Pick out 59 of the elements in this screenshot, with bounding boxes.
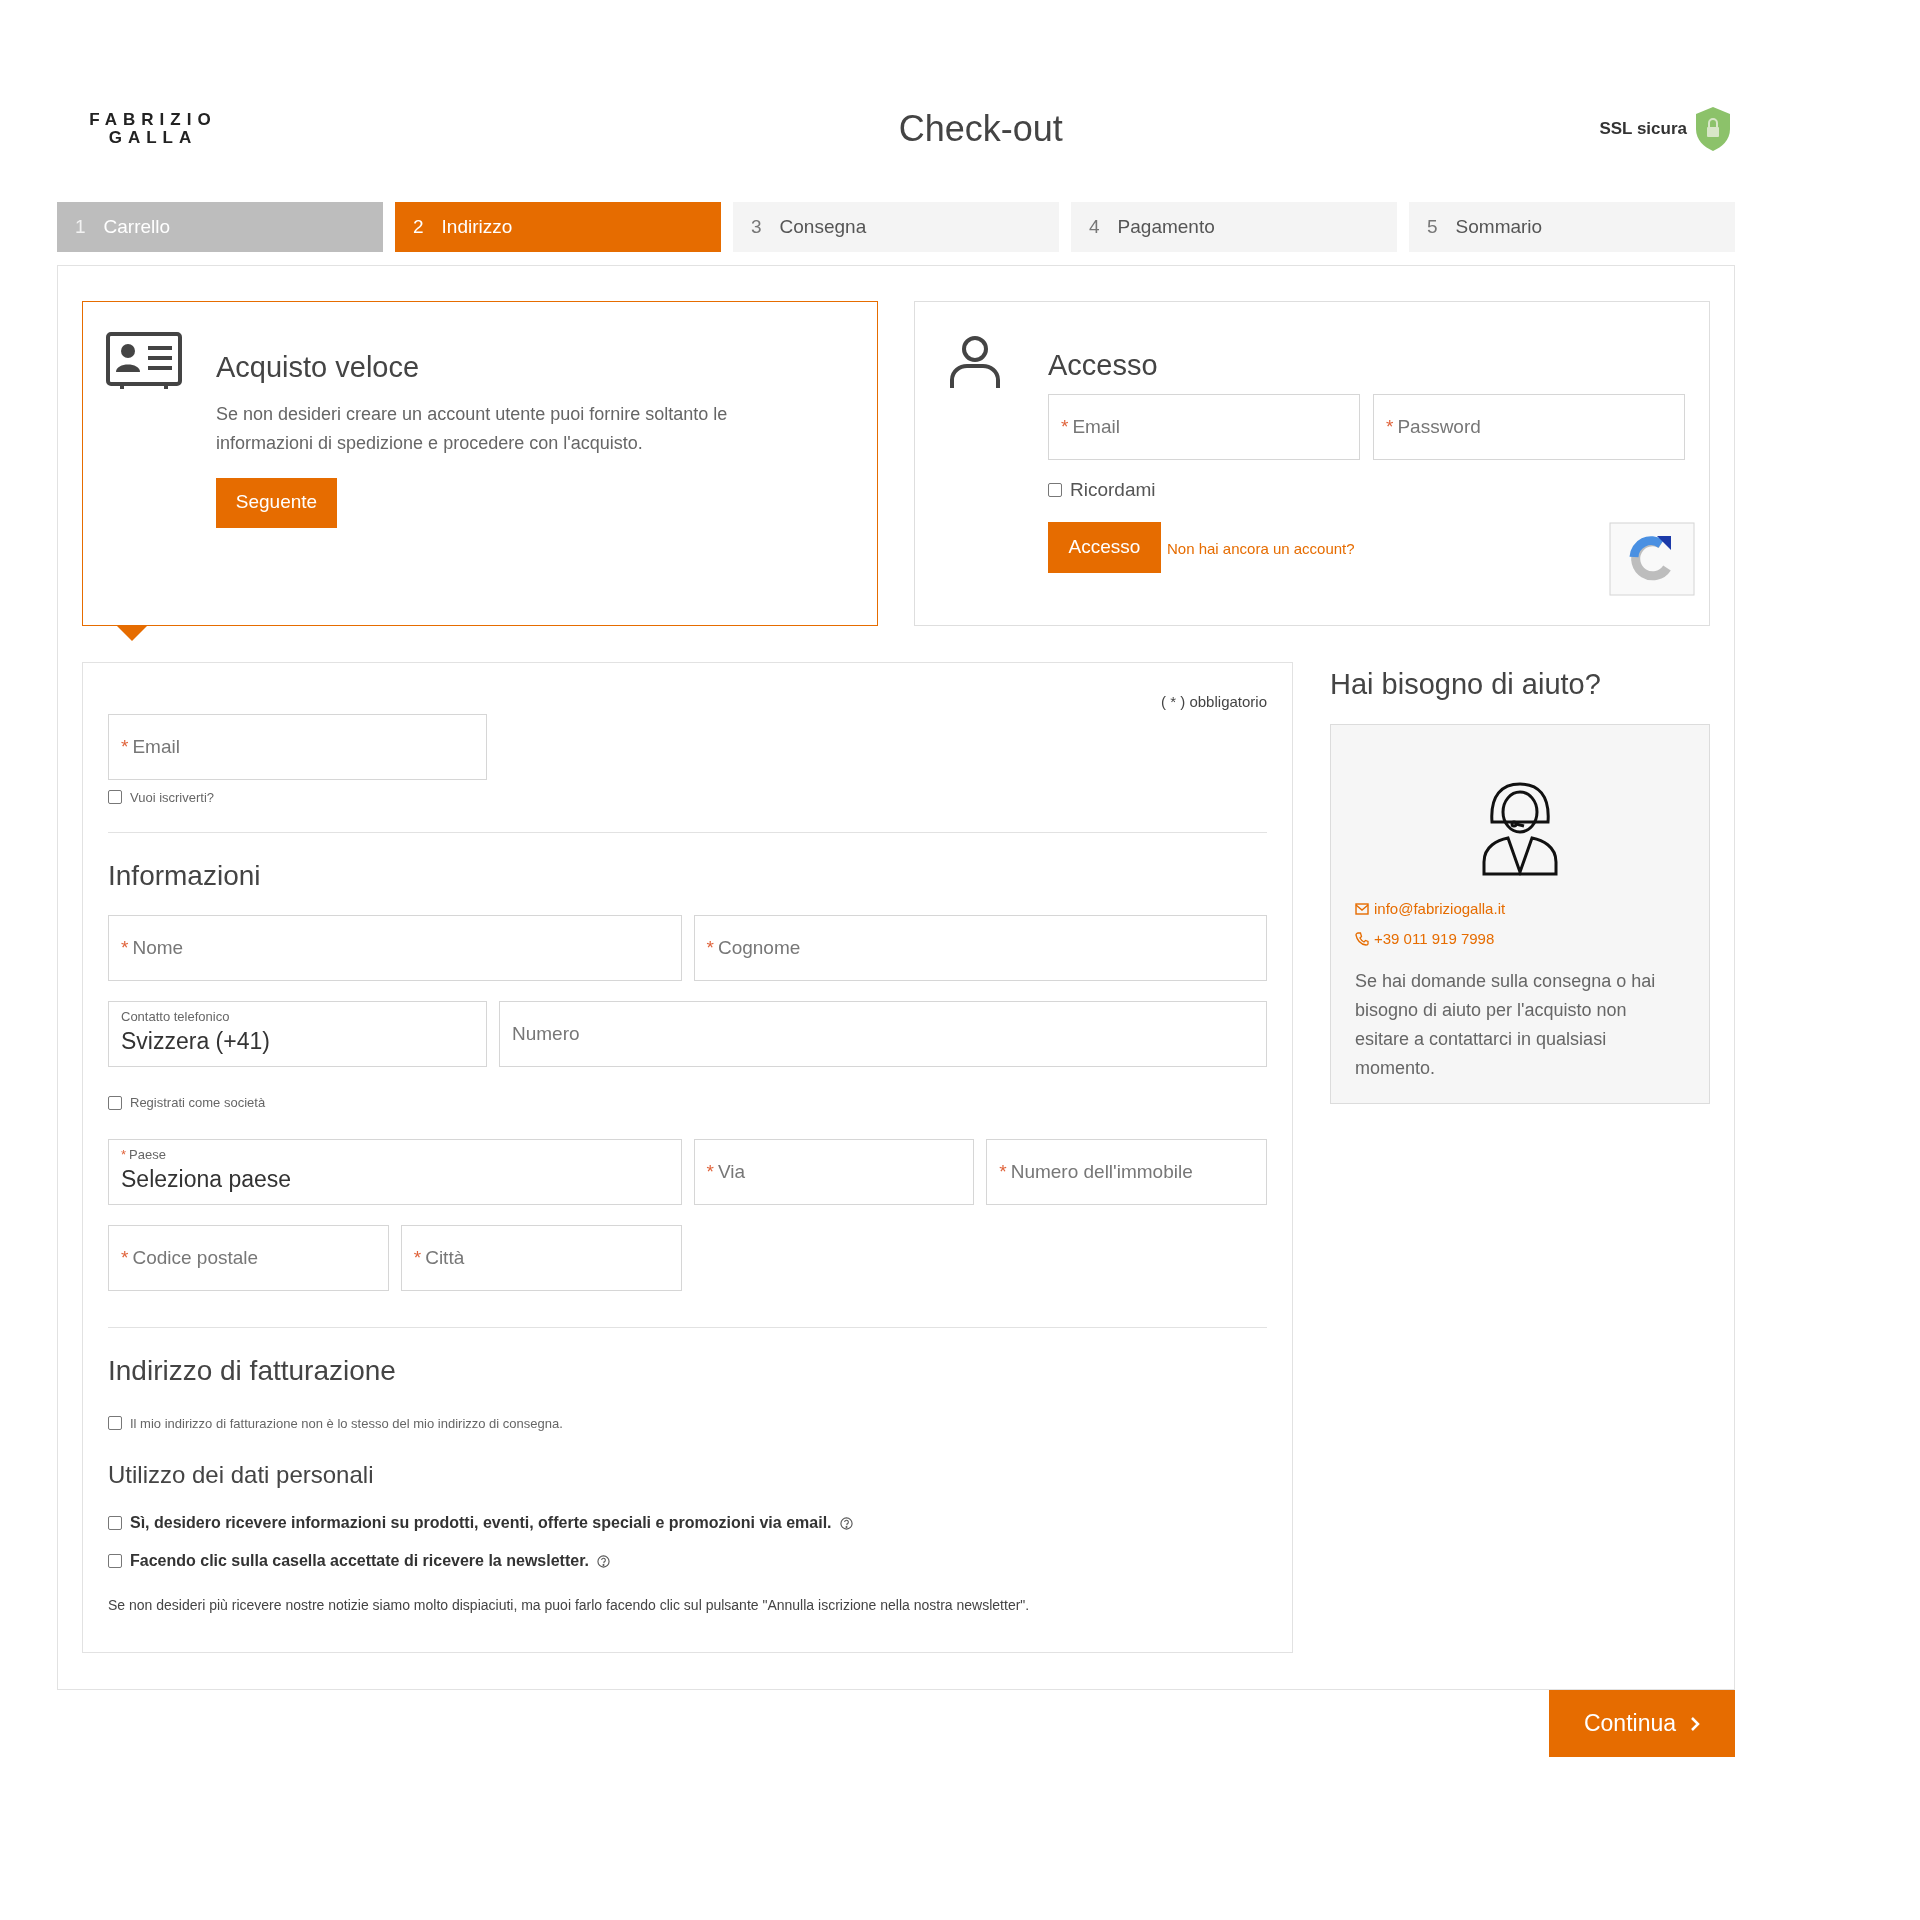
card-description: Se non desideri creare un account utente puoi fornire soltanto le informazioni di spedizione e procedere con l'acquisto.: [216, 402, 729, 455]
newsletter-note: Se non desideri più ricevere nostre notizie siamo molto dispiaciuti, ma puoi farlo facendo clic sul pulsante "Annulla iscrizione nella nostra newsletter".: [108, 1596, 1031, 1615]
login-card[interactable]: Accesso * Email * Password Ricordami Accesso Non hai ancora un account?: [914, 301, 1710, 626]
help-icon: [596, 1554, 610, 1568]
checkbox-label: Il mio indirizzo di fatturazione non è lo stesso del mio indirizzo di consegna.: [130, 1414, 563, 1433]
email-field[interactable]: * Email: [108, 713, 487, 780]
chevron-right-icon: [1690, 1715, 1701, 1732]
consent-label: Facendo clic sulla casella accettate di ricevere la newsletter.: [130, 1551, 589, 1571]
login-button[interactable]: Accesso: [1048, 522, 1161, 573]
email-field[interactable]: * Email: [1048, 393, 1360, 460]
card-title: Accesso: [1048, 348, 1159, 383]
logo: FABRIZIO GALLA: [88, 111, 218, 147]
country-select[interactable]: * Paese Seleziona paese: [108, 1138, 682, 1205]
checkbox[interactable]: [108, 1416, 122, 1431]
quick-purchase-card[interactable]: Acquisto veloce Se non desideri creare un account utente puoi fornire soltanto le informazioni di spedizione e procedere con l'acquisto. Seguente: [82, 301, 878, 626]
text-field[interactable]: * Nome: [108, 915, 682, 981]
country-code-select[interactable]: Contatto telefonico Svizzera (+41): [108, 1001, 487, 1067]
person-icon: [949, 334, 1001, 390]
section-title: Indirizzo di fatturazione: [108, 1353, 397, 1388]
help-title: Hai bisogno di aiuto?: [1330, 667, 1602, 702]
help-icon: [839, 1516, 853, 1530]
phone-number-field[interactable]: Numero: [499, 1001, 1267, 1067]
recaptcha-icon: [1609, 522, 1695, 596]
text-field[interactable]: * Cognome: [693, 915, 1267, 981]
phone-link[interactable]: +39 011 919 7998: [1374, 928, 1495, 951]
text-field[interactable]: * Via: [693, 1138, 975, 1205]
consent-label: Sì, desidero ricevere informazioni su prodotti, eventi, offerte speciali e promozioni via email.: [130, 1513, 832, 1533]
required-note: ( * ) obbligatorio: [1161, 692, 1267, 712]
step-tab[interactable]: 4 Pagamento: [1071, 202, 1397, 252]
checkbox[interactable]: [108, 1516, 122, 1530]
checkbox-label: Vuoi iscriverti?: [130, 788, 215, 807]
section-title: Informazioni: [108, 859, 262, 893]
text-field[interactable]: * Numero dell'immobile: [986, 1138, 1267, 1205]
checkbox-label: Registrati come società: [130, 1094, 266, 1112]
checkbox-label: Ricordami: [1070, 477, 1156, 502]
checkbox[interactable]: [108, 1554, 122, 1568]
ssl-label: SSL sicura: [1599, 118, 1687, 141]
shield-lock-icon: [1693, 105, 1733, 153]
text-field[interactable]: * Città: [400, 1224, 682, 1291]
page-title: Check-out: [898, 107, 1063, 151]
continue-button[interactable]: Continua: [1549, 1690, 1735, 1757]
mail-icon: [1355, 902, 1369, 915]
help-text: Se hai domande sulla consegna o hai bisogno di aiuto per l'acquisto non esitare a contattarci in qualsiasi momento.: [1355, 969, 1657, 1080]
checkbox[interactable]: [108, 790, 122, 805]
section-subtitle: Utilizzo dei dati personali: [108, 1460, 375, 1490]
pointer-arrow: [117, 626, 147, 641]
step-tab[interactable]: 2 Indirizzo: [395, 202, 721, 252]
step-tab[interactable]: 5 Sommario: [1409, 202, 1735, 252]
password-field[interactable]: * Password: [1373, 393, 1685, 460]
id-card-icon: [106, 332, 182, 390]
next-button[interactable]: Seguente: [216, 477, 337, 528]
register-link[interactable]: Non hai ancora un account?: [1167, 538, 1355, 561]
email-link[interactable]: info@fabriziogalla.it: [1374, 897, 1506, 920]
text-field[interactable]: * Codice postale: [108, 1224, 389, 1291]
card-title: Acquisto veloce: [216, 350, 421, 385]
checkbox[interactable]: [1048, 482, 1062, 497]
phone-icon: [1355, 932, 1369, 947]
checkbox[interactable]: [108, 1095, 122, 1110]
step-tab[interactable]: 3 Consegna: [733, 202, 1059, 252]
